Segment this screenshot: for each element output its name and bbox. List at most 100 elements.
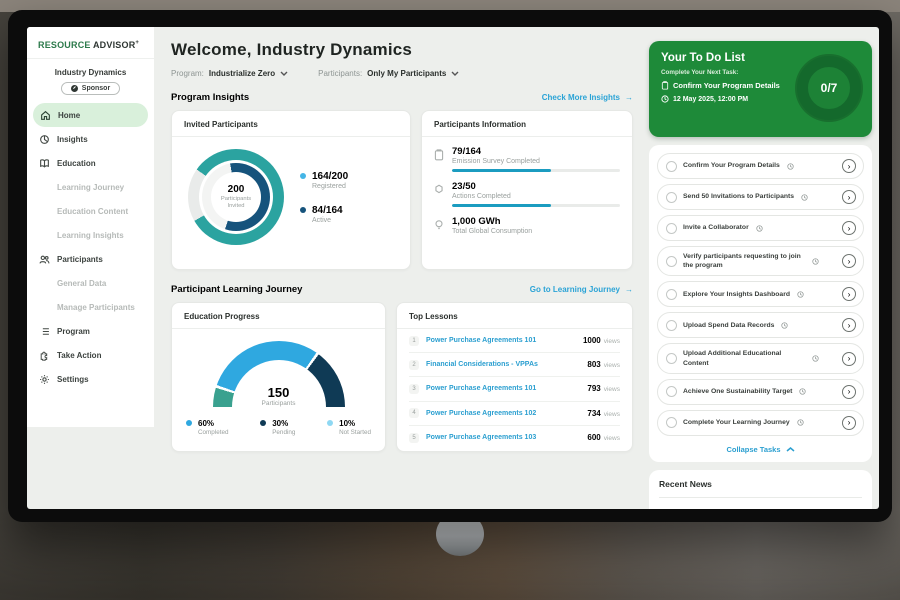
lesson-views-label: views (604, 386, 620, 393)
task-checkbox[interactable] (666, 256, 677, 267)
logo-advisor: ADVISOR (93, 40, 135, 50)
clock-icon (812, 355, 819, 362)
sidebar-item-label: Education Content (57, 207, 128, 216)
stat-value: 79/164 (452, 146, 620, 157)
clock-icon (797, 419, 804, 426)
sidebar-item-participants[interactable]: Participants (27, 247, 154, 271)
stat-value: 1,000 GWh (452, 216, 620, 227)
progress-bar (452, 169, 620, 172)
stat-label: Emission Survey Completed (452, 158, 620, 165)
task-label: Complete Your Learning Journey (683, 418, 790, 427)
task-checkbox[interactable] (666, 223, 677, 234)
legend-value: 10% (339, 419, 371, 428)
lesson-title-link[interactable]: Power Purchase Agreements 103 (426, 434, 536, 441)
task-open-button[interactable]: › (842, 318, 856, 332)
legend-label: Pending (272, 429, 295, 436)
sidebar-item-label: General Data (57, 279, 106, 288)
lesson-views-label: views (604, 338, 620, 345)
main-content: Welcome, Industry Dynamics Program: Indu… (154, 27, 649, 509)
clock-icon (781, 322, 788, 329)
legend-pending: 30% Pending (260, 419, 295, 436)
sidebar-item-learning-journey[interactable]: Learning Journey (27, 175, 154, 199)
program-filter-dropdown[interactable]: Program: Industrialize Zero (171, 69, 288, 78)
go-to-learning-journey-link[interactable]: Go to Learning Journey → (530, 285, 633, 294)
task-checkbox[interactable] (666, 353, 677, 364)
sidebar-item-home[interactable]: Home (33, 103, 148, 127)
lesson-row: 2 Financial Considerations - VPPAs 803vi… (409, 353, 620, 377)
task-upload-educational-content[interactable]: Upload Additional Educational Content › (657, 343, 864, 373)
program-filter-value: Industrialize Zero (209, 69, 275, 78)
collapse-tasks-link[interactable]: Collapse Tasks (657, 441, 864, 458)
insights-cards-row: Invited Participants 200 Participants In… (171, 110, 633, 270)
sidebar-item-general-data[interactable]: General Data (27, 271, 154, 295)
sidebar-item-manage-participants[interactable]: Manage Participants (27, 295, 154, 319)
legend-dot-pending (260, 420, 266, 426)
task-checkbox[interactable] (666, 161, 677, 172)
clock-icon (812, 258, 819, 265)
lesson-views: 734 (587, 409, 600, 418)
education-icon (39, 158, 50, 169)
sidebar-item-program[interactable]: Program (27, 319, 154, 343)
lesson-title-link[interactable]: Financial Considerations - VPPAs (426, 361, 538, 368)
task-open-button[interactable]: › (842, 287, 856, 301)
task-verify-participants[interactable]: Verify participants requesting to join t… (657, 246, 864, 276)
task-checkbox[interactable] (666, 289, 677, 300)
task-checkbox[interactable] (666, 320, 677, 331)
program-insights-title: Program Insights (171, 92, 249, 103)
lesson-views: 1000 (583, 336, 601, 345)
task-checkbox[interactable] (666, 417, 677, 428)
invited-legend: 164/200 Registered 84/164 Active (300, 171, 348, 224)
participants-filter-dropdown[interactable]: Participants: Only My Participants (318, 69, 459, 78)
task-explore-insights[interactable]: Explore Your Insights Dashboard › (657, 281, 864, 307)
task-send-invitations[interactable]: Send 50 Invitations to Participants › (657, 184, 864, 210)
participants-filter-label: Participants: (318, 69, 362, 78)
stat-label: Total Global Consumption (452, 228, 620, 235)
program-icon (39, 326, 50, 337)
learning-journey-title: Participant Learning Journey (171, 284, 302, 295)
task-complete-learning-journey[interactable]: Complete Your Learning Journey › (657, 410, 864, 436)
task-open-button[interactable]: › (842, 159, 856, 173)
org-name: Industry Dynamics (27, 68, 154, 77)
legend-dot-completed (186, 420, 192, 426)
app-logo: RESOURCE ADVISOR+ (27, 36, 154, 59)
stat-label: Actions Completed (452, 193, 620, 200)
task-open-button[interactable]: › (842, 352, 856, 366)
sidebar-item-learning-insights[interactable]: Learning Insights (27, 223, 154, 247)
task-open-button[interactable]: › (842, 254, 856, 268)
task-confirm-program-details[interactable]: Confirm Your Program Details › (657, 153, 864, 179)
task-checkbox[interactable] (666, 192, 677, 203)
program-insights-header: Program Insights Check More Insights → (171, 92, 633, 103)
sidebar-item-settings[interactable]: Settings (27, 367, 154, 391)
task-invite-collaborator[interactable]: Invite a Collaborator › (657, 215, 864, 241)
donut-center-label: Participants Invited (214, 196, 258, 210)
chevron-up-icon (786, 447, 795, 452)
sidebar-item-take-action[interactable]: Take Action (27, 343, 154, 367)
progress-bar-fill (452, 169, 551, 172)
task-open-button[interactable]: › (842, 385, 856, 399)
task-checkbox[interactable] (666, 386, 677, 397)
lesson-rank: 5 (409, 433, 419, 443)
sidebar-item-education-content[interactable]: Education Content (27, 199, 154, 223)
sidebar-item-education[interactable]: Education (27, 151, 154, 175)
task-open-button[interactable]: › (842, 221, 856, 235)
task-upload-spend-data[interactable]: Upload Spend Data Records › (657, 312, 864, 338)
actions-icon (434, 184, 444, 195)
settings-icon (39, 374, 50, 385)
education-gauge-chart: 150 Participants (213, 341, 345, 407)
lesson-row: 3 Power Purchase Agreements 101 793views (409, 377, 620, 401)
lesson-title-link[interactable]: Power Purchase Agreements 101 (426, 337, 536, 344)
task-achieve-sustainability-target[interactable]: Achieve One Sustainability Target › (657, 379, 864, 405)
lesson-row: 1 Power Purchase Agreements 101 1000view… (409, 329, 620, 353)
legend-registered: 164/200 Registered (300, 171, 348, 190)
sponsor-badge-label: Sponsor (82, 85, 110, 92)
task-open-button[interactable]: › (842, 416, 856, 430)
sidebar-item-label: Insights (57, 135, 88, 144)
check-more-insights-link[interactable]: Check More Insights → (542, 93, 633, 102)
task-open-button[interactable]: › (842, 190, 856, 204)
task-label: Verify participants requesting to join t… (683, 252, 805, 270)
top-lessons-card: Top Lessons 1 Power Purchase Agreements … (396, 302, 633, 452)
lesson-title-link[interactable]: Power Purchase Agreements 101 (426, 385, 536, 392)
lesson-title-link[interactable]: Power Purchase Agreements 102 (426, 410, 536, 417)
task-label: Invite a Collaborator (683, 223, 749, 232)
sidebar-item-insights[interactable]: Insights (27, 127, 154, 151)
